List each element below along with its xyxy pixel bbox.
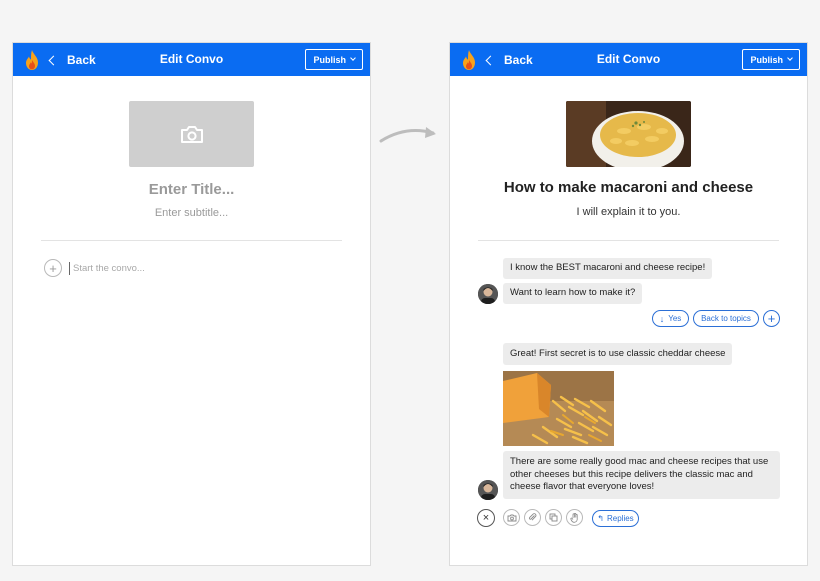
gesture-button[interactable] — [566, 509, 583, 526]
empty-editor-screen: Back Edit Convo Publish Enter Title... E… — [12, 42, 371, 566]
mac-and-cheese-image[interactable] — [566, 101, 691, 167]
plus-icon: + — [767, 311, 776, 326]
reply-arrow-icon: ↰ — [597, 514, 604, 523]
publish-button[interactable]: Publish — [742, 49, 800, 70]
reply-yes-button[interactable]: ↓ Yes — [652, 310, 689, 327]
add-photo-button[interactable] — [503, 509, 520, 526]
reply-yes-label: Yes — [668, 314, 682, 323]
chevron-left-icon — [485, 55, 496, 65]
title-input[interactable]: Enter Title... — [13, 181, 370, 198]
caret-down-icon — [350, 55, 356, 61]
convo-title[interactable]: How to make macaroni and cheese — [450, 179, 807, 196]
caret-down-icon — [787, 55, 793, 61]
curved-arrow-icon — [379, 127, 436, 143]
hand-icon — [570, 512, 578, 523]
message-bubble[interactable]: There are some really good mac and chees… — [503, 451, 780, 499]
top-bar: Back Edit Convo Publish — [13, 43, 370, 76]
attach-link-button[interactable] — [524, 509, 541, 526]
publish-button[interactable]: Publish — [305, 49, 363, 70]
divider — [41, 240, 342, 241]
message-bubble[interactable]: Want to learn how to make it? — [503, 283, 643, 304]
flame-logo-icon — [26, 50, 38, 70]
start-convo-input[interactable]: Start the convo... — [69, 262, 145, 275]
divider — [478, 240, 779, 241]
back-button[interactable]: Back — [48, 43, 96, 76]
avatar — [478, 284, 498, 304]
cheddar-cheese-photo — [503, 371, 614, 446]
publish-label: Publish — [313, 54, 346, 65]
mac-and-cheese-photo — [566, 101, 691, 167]
copy-icon — [549, 513, 558, 522]
back-label: Back — [67, 52, 96, 67]
filled-editor-screen: Back Edit Convo Publish How to make maca… — [449, 42, 808, 566]
add-block-button[interactable]: + — [44, 259, 62, 277]
message-bubble[interactable]: Great! First secret is to use classic ch… — [503, 343, 733, 365]
replies-button[interactable]: ↰ Replies — [592, 510, 639, 527]
chevron-left-icon — [48, 55, 59, 65]
camera-icon — [507, 514, 516, 521]
back-to-topics-button[interactable]: Back to topics — [693, 310, 759, 327]
close-toolbar-button[interactable]: × — [477, 509, 495, 527]
paperclip-icon — [528, 513, 537, 521]
subtitle-input[interactable]: Enter subtitle... — [13, 207, 370, 219]
back-to-topics-label: Back to topics — [701, 314, 751, 323]
plus-icon: + — [49, 260, 57, 276]
back-button[interactable]: Back — [485, 43, 533, 76]
add-image-button[interactable] — [129, 101, 254, 167]
publish-label: Publish — [750, 54, 783, 65]
close-icon: × — [482, 512, 490, 524]
avatar — [478, 480, 498, 500]
top-bar: Back Edit Convo Publish — [450, 43, 807, 76]
arrow-down-icon: ↓ — [659, 313, 665, 324]
convo-subtitle[interactable]: I will explain it to you. — [450, 206, 807, 218]
replies-label: Replies — [607, 514, 634, 523]
flame-logo-icon — [463, 50, 475, 70]
add-reply-button[interactable]: + — [763, 310, 780, 327]
camera-icon — [180, 125, 203, 143]
back-label: Back — [504, 52, 533, 67]
message-bubble[interactable]: I know the BEST macaroni and cheese reci… — [503, 258, 713, 279]
copy-button[interactable] — [545, 509, 562, 526]
cheddar-cheese-image[interactable] — [503, 371, 614, 446]
